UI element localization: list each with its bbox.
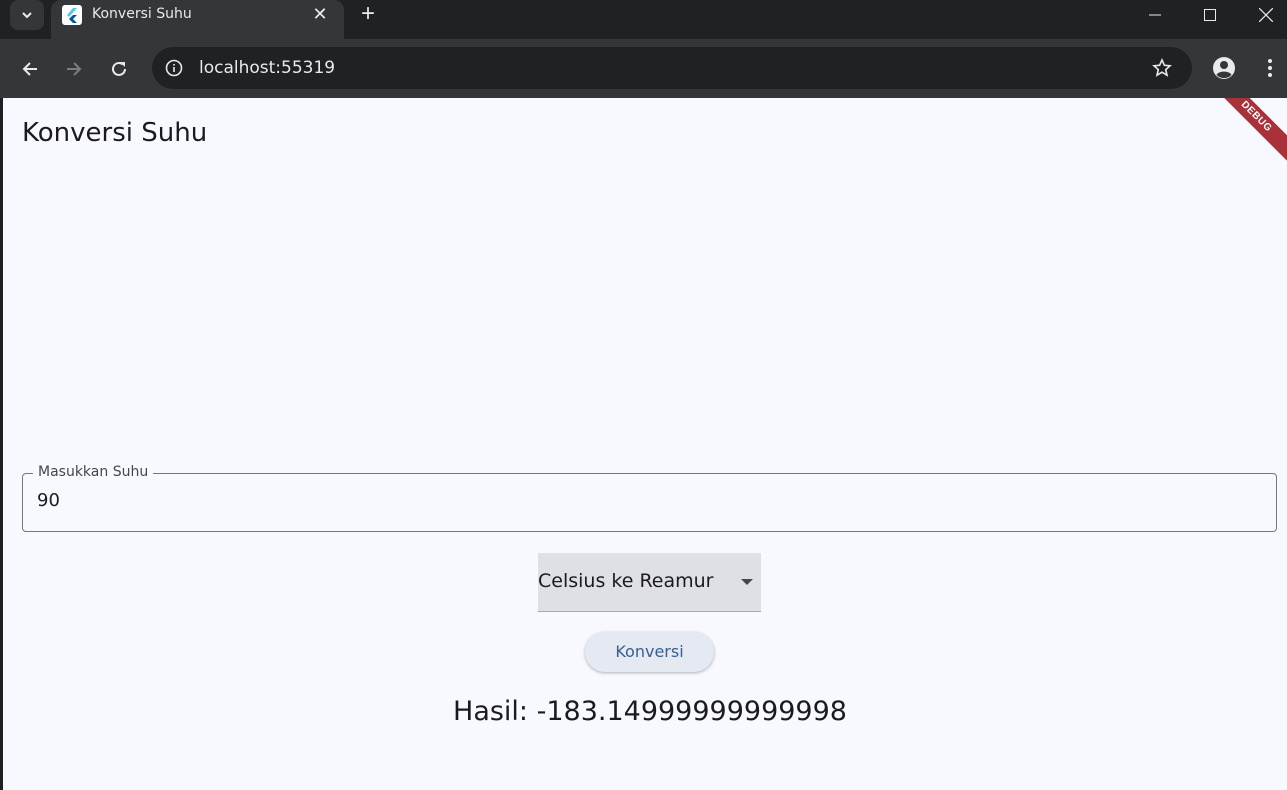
forward-button[interactable] [58, 53, 90, 85]
new-tab-button[interactable]: + [355, 0, 381, 28]
reload-button[interactable] [103, 53, 135, 85]
tab-close-icon[interactable]: ✕ [308, 3, 332, 27]
maximize-icon [1204, 9, 1216, 21]
browser-toolbar: localhost:55319 [0, 39, 1287, 98]
site-info-icon[interactable] [162, 56, 186, 80]
url-text[interactable]: localhost:55319 [199, 58, 335, 78]
profile-avatar-icon[interactable] [1210, 54, 1238, 82]
bookmark-star-icon[interactable] [1150, 56, 1174, 80]
convert-button[interactable]: Konversi [585, 632, 714, 672]
result-text: Hasil: -183.14999999999998 [453, 696, 847, 727]
browser-tab-bar: Konversi Suhu ✕ + [0, 0, 1287, 39]
app-page: Konversi Suhu DEBUG Masukkan Suhu Celsiu… [3, 98, 1287, 790]
dropdown-arrow-icon [741, 579, 753, 585]
dropdown-selected-value: Celsius ke Reamur [538, 570, 714, 592]
debug-banner: DEBUG [1203, 98, 1287, 170]
minimize-icon [1149, 14, 1161, 16]
maximize-button[interactable] [1182, 0, 1238, 30]
tab-search-button[interactable] [10, 0, 44, 30]
conversion-dropdown[interactable]: Celsius ke Reamur [538, 553, 761, 612]
close-window-button[interactable] [1238, 0, 1287, 30]
browser-tab[interactable]: Konversi Suhu ✕ [51, 0, 344, 39]
tab-title: Konversi Suhu [92, 6, 192, 22]
app-title: Konversi Suhu [22, 118, 208, 148]
arrow-left-icon [22, 62, 37, 76]
temperature-input[interactable] [37, 490, 1237, 511]
temperature-input-field[interactable]: Masukkan Suhu [22, 464, 1277, 532]
back-button[interactable] [14, 53, 46, 85]
minimize-button[interactable] [1127, 0, 1183, 30]
arrow-right-icon [67, 62, 82, 76]
reload-icon [112, 61, 126, 76]
browser-menu-icon[interactable] [1258, 54, 1282, 82]
flutter-favicon-icon [62, 5, 82, 25]
temperature-input-label: Masukkan Suhu [33, 464, 154, 480]
chevron-down-icon [22, 12, 32, 19]
address-bar[interactable]: localhost:55319 [152, 47, 1192, 89]
close-icon [1259, 8, 1273, 22]
